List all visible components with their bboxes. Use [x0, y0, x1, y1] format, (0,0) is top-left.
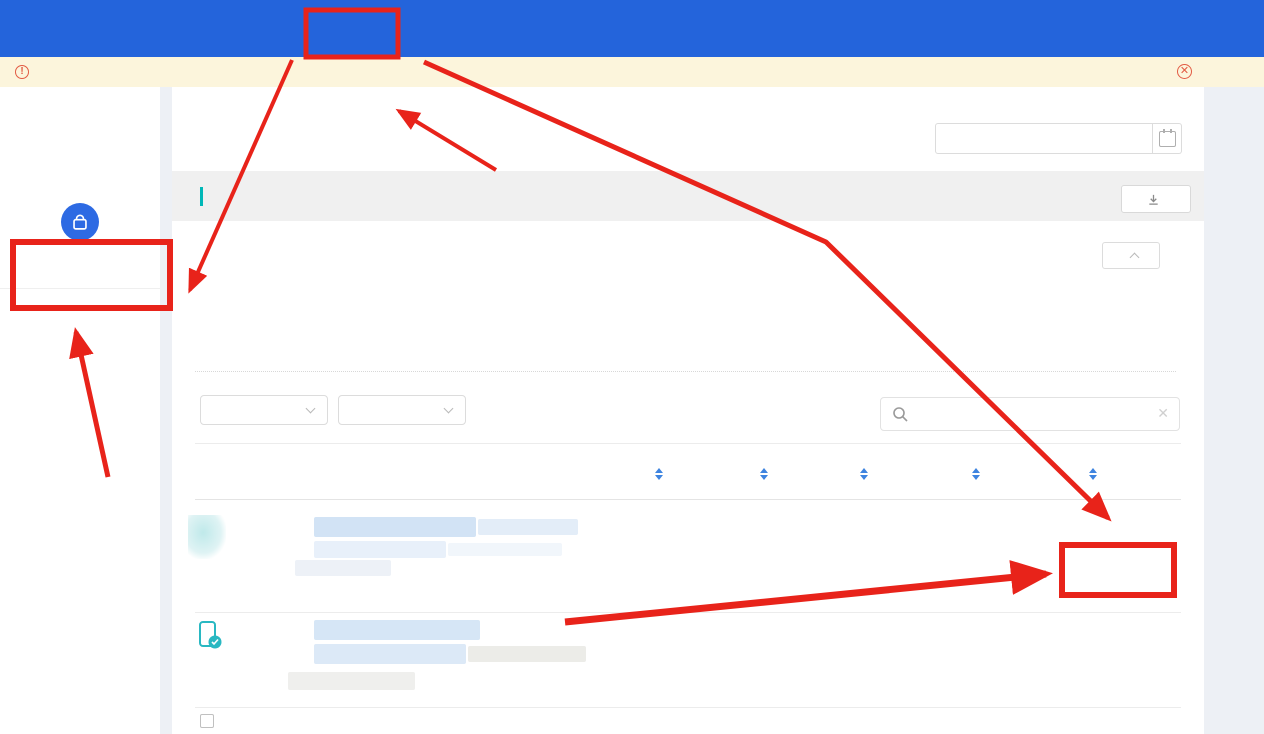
- custom-category-select[interactable]: [200, 395, 328, 425]
- blurred-title-bar: [295, 560, 391, 576]
- sidebar: [0, 87, 160, 734]
- blurred-title-bar: [478, 519, 578, 535]
- mobile-verified-icon: [198, 620, 222, 650]
- clear-search-icon[interactable]: ✕: [1157, 405, 1169, 422]
- blurred-title-bar: [314, 541, 446, 558]
- blurred-title-bar: [448, 543, 562, 556]
- chevron-down-icon: [444, 404, 454, 414]
- product-image-blurred[interactable]: [228, 513, 308, 593]
- product-search: ✕: [880, 397, 1180, 431]
- sort-icon[interactable]: [1089, 468, 1097, 480]
- warning-icon: !: [15, 65, 29, 79]
- main-content: ✕: [172, 87, 1204, 734]
- search-icon: [892, 406, 909, 423]
- row-checkbox[interactable]: [200, 714, 214, 728]
- blurred-title-bar: [314, 644, 466, 664]
- date-range-picker[interactable]: [935, 123, 1153, 154]
- blurred-title-bar: [314, 620, 480, 640]
- sort-icon[interactable]: [655, 468, 663, 480]
- all-category-select[interactable]: [338, 395, 466, 425]
- product-image[interactable]: [228, 708, 308, 734]
- product-analysis-icon: [61, 203, 99, 241]
- chevron-up-icon: [1129, 253, 1139, 263]
- calendar-icon: [1159, 131, 1176, 147]
- sort-icon[interactable]: [972, 468, 980, 480]
- blurred-select-area: [188, 515, 226, 559]
- chevron-down-icon: [306, 404, 316, 414]
- divider: [195, 371, 1176, 372]
- divider: [195, 499, 1181, 500]
- calendar-button[interactable]: [1153, 123, 1182, 154]
- blurred-title-bar: [468, 646, 586, 662]
- divider: [195, 612, 1181, 613]
- notice-bar: ! ✕: [0, 57, 1264, 87]
- bag-icon: [69, 211, 91, 233]
- section-band: [172, 171, 1204, 221]
- page: ! ✕: [0, 0, 1264, 734]
- more-button[interactable]: [1102, 242, 1160, 269]
- divider: [195, 443, 1181, 444]
- blurred-title-bar: [314, 517, 476, 537]
- divider: [195, 707, 1181, 708]
- sort-icon[interactable]: [860, 468, 868, 480]
- section-accent-bar: [200, 187, 203, 206]
- search-input[interactable]: [917, 398, 1147, 430]
- top-nav: [0, 0, 1264, 57]
- download-icon: [1147, 193, 1160, 206]
- close-icon[interactable]: ✕: [1177, 64, 1192, 79]
- product-image-blurred[interactable]: [228, 622, 308, 702]
- divider: [0, 288, 160, 289]
- sort-icon[interactable]: [760, 468, 768, 480]
- blurred-title-bar: [288, 672, 415, 690]
- download-button[interactable]: [1121, 185, 1191, 213]
